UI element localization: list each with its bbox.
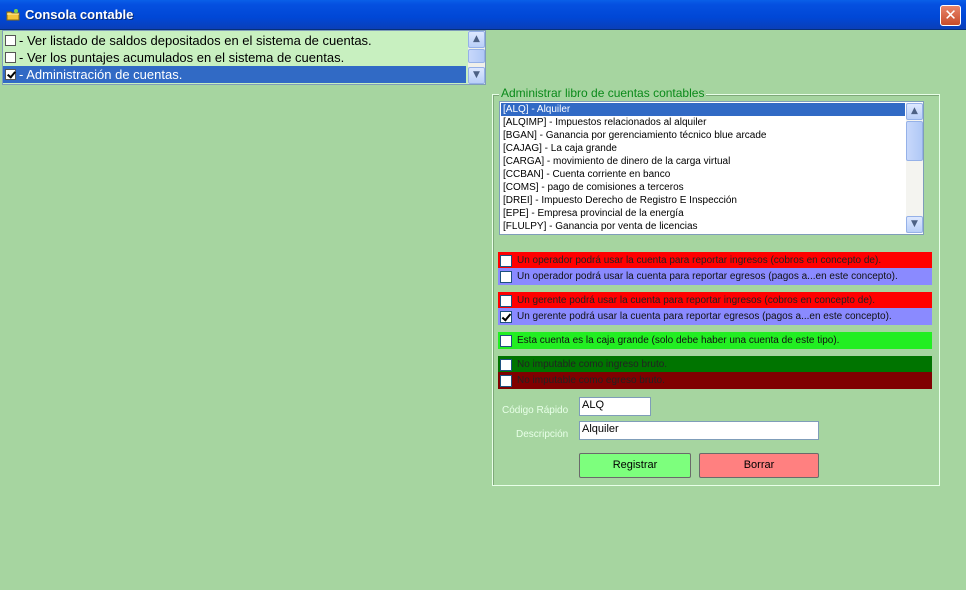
list-item[interactable]: [EPE] - Empresa provincial de la energía (501, 207, 905, 220)
list-item[interactable]: [COMS] - pago de comisiones a terceros (501, 181, 905, 194)
option-gerente-ingresos: Un gerente podrá usar la cuenta para rep… (498, 292, 932, 309)
no-imputable-egreso-checkbox[interactable] (500, 375, 512, 387)
description-field[interactable]: Alquiler (579, 421, 819, 440)
menu-scrollbar[interactable]: ▲ ▼ (468, 31, 485, 84)
scroll-thumb[interactable] (468, 49, 485, 63)
option-label: Un gerente podrá usar la cuenta para rep… (517, 311, 892, 322)
option-label: Un gerente podrá usar la cuenta para rep… (517, 295, 875, 306)
option-label: No imputable como egreso bruto. (517, 375, 665, 386)
gerente-egresos-checkbox[interactable] (500, 311, 512, 323)
option-operador-ingresos: Un operador podrá usar la cuenta para re… (498, 252, 932, 269)
option-no-imputable-ingreso: No imputable como ingreso bruto. (498, 356, 932, 373)
list-item[interactable]: [CAJAG] - La caja grande (501, 142, 905, 155)
option-label: Un operador podrá usar la cuenta para re… (517, 271, 898, 282)
title-bar[interactable]: Consola contable ✕ (0, 0, 966, 30)
scroll-thumb[interactable] (906, 121, 923, 161)
accounts-list[interactable]: [ALQ] - Alquiler [ALQIMP] - Impuestos re… (499, 101, 924, 235)
no-imputable-ingreso-checkbox[interactable] (500, 359, 512, 371)
caja-grande-checkbox[interactable] (500, 335, 512, 347)
list-item[interactable]: [CARGA] - movimiento de dinero de la car… (501, 155, 905, 168)
option-label: Un operador podrá usar la cuenta para re… (517, 255, 882, 266)
folder-icon (6, 8, 20, 22)
menu-item-administracion[interactable]: - Administración de cuentas. (3, 66, 466, 83)
menu-item-puntajes[interactable]: - Ver los puntajes acumulados en el sist… (3, 49, 466, 66)
menu-item-label: - Ver listado de saldos depositados en e… (19, 33, 372, 48)
list-item[interactable]: [ALQIMP] - Impuestos relacionados al alq… (501, 116, 905, 129)
menu-item-label: - Ver los puntajes acumulados en el sist… (19, 50, 345, 65)
option-caja-grande: Esta cuenta es la caja grande (solo debe… (498, 332, 932, 349)
list-item[interactable]: [CCBAN] - Cuenta corriente en banco (501, 168, 905, 181)
accounts-scrollbar[interactable]: ▲ ▼ (906, 103, 923, 233)
description-label: Descripción (516, 429, 569, 440)
option-label: Esta cuenta es la caja grande (solo debe… (517, 335, 840, 346)
accounts-group-title: Administrar libro de cuentas contables (499, 86, 707, 100)
window-title: Consola contable (25, 7, 134, 22)
code-field[interactable]: ALQ (579, 397, 651, 416)
option-no-imputable-egreso: No imputable como egreso bruto. (498, 372, 932, 389)
close-button[interactable]: ✕ (940, 5, 961, 26)
scroll-down-icon[interactable]: ▼ (906, 216, 923, 233)
option-operador-egresos: Un operador podrá usar la cuenta para re… (498, 268, 932, 285)
operador-egresos-checkbox[interactable] (500, 271, 512, 283)
option-gerente-egresos: Un gerente podrá usar la cuenta para rep… (498, 308, 932, 325)
delete-button[interactable]: Borrar (699, 453, 819, 478)
operador-ingresos-checkbox[interactable] (500, 255, 512, 267)
register-button[interactable]: Registrar (579, 453, 691, 478)
scroll-up-icon[interactable]: ▲ (906, 103, 923, 120)
menu-item-checkbox[interactable] (5, 35, 16, 46)
option-label: No imputable como ingreso bruto. (517, 359, 668, 370)
list-item[interactable]: [FLULPY] - Ganancia por venta de licenci… (501, 220, 905, 233)
menu-item-saldos[interactable]: - Ver listado de saldos depositados en e… (3, 32, 466, 49)
gerente-ingresos-checkbox[interactable] (500, 295, 512, 307)
list-item[interactable]: [DREI] - Impuesto Derecho de Registro E … (501, 194, 905, 207)
menu-item-checkbox[interactable] (5, 52, 16, 63)
menu-item-label: - Administración de cuentas. (19, 67, 183, 82)
scroll-down-icon[interactable]: ▼ (468, 67, 485, 84)
menu-list[interactable]: - Ver listado de saldos depositados en e… (2, 30, 486, 85)
scroll-up-icon[interactable]: ▲ (468, 31, 485, 48)
close-icon: ✕ (944, 6, 957, 24)
code-label: Código Rápido (502, 405, 569, 416)
menu-item-checkbox[interactable] (5, 69, 16, 80)
list-item[interactable]: [BGAN] - Ganancia por gerenciamiento téc… (501, 129, 905, 142)
list-item[interactable]: [ALQ] - Alquiler (501, 103, 905, 116)
